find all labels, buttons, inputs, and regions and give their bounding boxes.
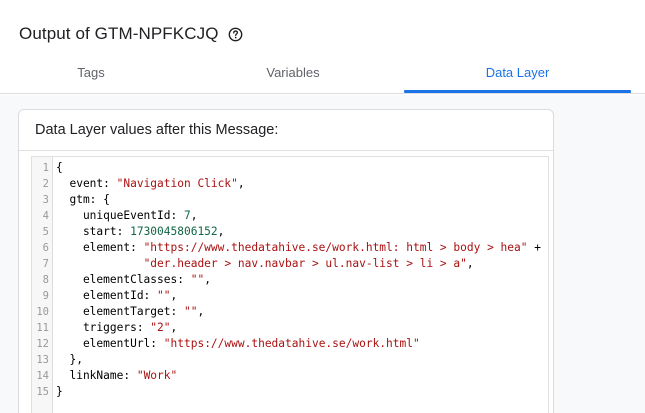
code-line: 2 event: "Navigation Click", — [32, 176, 548, 192]
divider — [19, 150, 553, 151]
data-layer-card: Data Layer values after this Message: 1{… — [18, 109, 554, 413]
code-string: "https://www.thedatahive.se/work.html" — [163, 337, 420, 350]
code-string: "2" — [150, 321, 171, 334]
line-number: 1 — [42, 162, 49, 174]
code-line: 4 uniqueEventId: 7, — [32, 208, 548, 224]
header: Output of GTM-NPFKCJQ Tags Variables Dat… — [0, 0, 645, 94]
code-punctuation: , — [170, 289, 178, 302]
code-string: "Navigation Click" — [116, 177, 238, 190]
code-line: 5 start: 1730045806152, — [32, 224, 548, 240]
line-number: 2 — [42, 178, 49, 190]
code-key: linkName: — [56, 369, 137, 382]
code-string: "" — [183, 305, 198, 318]
code-line: 15} — [32, 384, 548, 400]
code-string: "der.header > nav.navbar > ul.nav-list >… — [143, 257, 467, 270]
line-content: gtm: { — [56, 192, 110, 208]
tab-label: Tags — [77, 65, 105, 80]
code-line: 6 element: "https://www.thedatahive.se/w… — [32, 240, 548, 256]
code-number: 1730045806152 — [130, 225, 218, 238]
code-punctuation: , — [170, 321, 178, 334]
tab-bar: Tags Variables Data Layer — [0, 58, 645, 94]
line-content: } — [56, 384, 63, 400]
code-line: 11 triggers: "2", — [32, 320, 548, 336]
code-line: 7 "der.header > nav.navbar > ul.nav-list… — [32, 256, 548, 272]
line-content: "der.header > nav.navbar > ul.nav-list >… — [56, 256, 474, 272]
line-number: 5 — [42, 226, 49, 238]
tab-label: Data Layer — [485, 65, 550, 80]
line-number: 11 — [36, 322, 49, 334]
code-viewer[interactable]: 1{2 event: "Navigation Click", 3 gtm: {4 … — [31, 156, 549, 413]
line-number: 15 — [36, 386, 49, 398]
line-number: 12 — [36, 338, 49, 350]
code-string: "" — [190, 273, 205, 286]
code-key — [56, 257, 144, 270]
line-content: triggers: "2", — [56, 320, 177, 336]
code-key: elementId: — [56, 289, 158, 302]
code-punctuation: , — [197, 305, 205, 318]
code-line: 8 elementClasses: "", — [32, 272, 548, 288]
code-key: triggers: — [56, 321, 151, 334]
code-punctuation: , — [237, 177, 245, 190]
line-content: elementUrl: "https://www.thedatahive.se/… — [56, 336, 420, 352]
code-punctuation: , — [217, 225, 225, 238]
code-key: uniqueEventId: — [56, 209, 184, 222]
line-content: }, — [56, 352, 83, 368]
active-tab-indicator — [404, 90, 631, 93]
page-title: Output of GTM-NPFKCJQ — [19, 24, 219, 43]
title-row: Output of GTM-NPFKCJQ — [19, 22, 243, 46]
code-string: "https://www.thedatahive.se/work.html: h… — [143, 241, 528, 254]
code-punctuation: }, — [56, 353, 83, 366]
code-line: 1{ — [32, 160, 548, 176]
code-punctuation: , — [466, 257, 474, 270]
line-content: uniqueEventId: 7, — [56, 208, 198, 224]
code-punctuation: , — [204, 273, 211, 286]
code-line: 13 }, — [32, 352, 548, 368]
line-number: 13 — [36, 354, 49, 366]
code-line: 10 elementTarget: "", — [32, 304, 548, 320]
code-line: 14 linkName: "Work" — [32, 368, 548, 384]
code-number: 7 — [183, 209, 191, 222]
code-key: element: — [56, 241, 144, 254]
line-content: start: 1730045806152, — [56, 224, 224, 240]
tab-label: Variables — [266, 65, 320, 80]
line-number: 4 — [42, 210, 49, 222]
code-line: 9 elementId: "", — [32, 288, 548, 304]
code-string: "Work" — [136, 369, 178, 382]
line-content: elementId: "", — [56, 288, 177, 304]
line-content: event: "Navigation Click", — [56, 176, 245, 192]
tab-data-layer[interactable]: Data Layer — [404, 58, 631, 94]
help-circle-icon[interactable] — [228, 27, 243, 42]
line-content: { — [56, 160, 63, 176]
code-string: "" — [157, 289, 171, 302]
line-number: 3 — [42, 194, 49, 206]
line-content: linkName: "Work" — [56, 368, 177, 384]
line-content: element: "https://www.thedatahive.se/wor… — [56, 240, 541, 256]
code-line: 12 elementUrl: "https://www.thedatahive.… — [32, 336, 548, 352]
tab-tags[interactable]: Tags — [0, 58, 182, 94]
line-number: 6 — [42, 242, 49, 254]
code-line: 3 gtm: { — [32, 192, 548, 208]
code-punctuation: , — [190, 209, 198, 222]
line-number: 8 — [42, 274, 49, 286]
line-number: 7 — [42, 258, 49, 270]
code-punctuation: + — [527, 241, 541, 254]
code-punctuation: { — [56, 161, 63, 174]
code-key: elementUrl: — [56, 337, 164, 350]
code-key: start: — [56, 225, 131, 238]
code-punctuation: { — [103, 193, 110, 206]
line-content: elementTarget: "", — [56, 304, 204, 320]
line-content: elementClasses: "", — [56, 272, 211, 288]
card-title: Data Layer values after this Message: — [35, 122, 279, 138]
line-number: 10 — [36, 306, 49, 318]
code-key: elementClasses: — [56, 273, 191, 286]
code-key: event: — [56, 177, 117, 190]
line-number: 9 — [42, 290, 49, 302]
code-key: elementTarget: — [56, 305, 184, 318]
code-key: gtm: — [56, 193, 104, 206]
line-number: 14 — [36, 370, 49, 382]
tab-variables[interactable]: Variables — [202, 58, 384, 94]
code-punctuation: } — [56, 385, 63, 398]
